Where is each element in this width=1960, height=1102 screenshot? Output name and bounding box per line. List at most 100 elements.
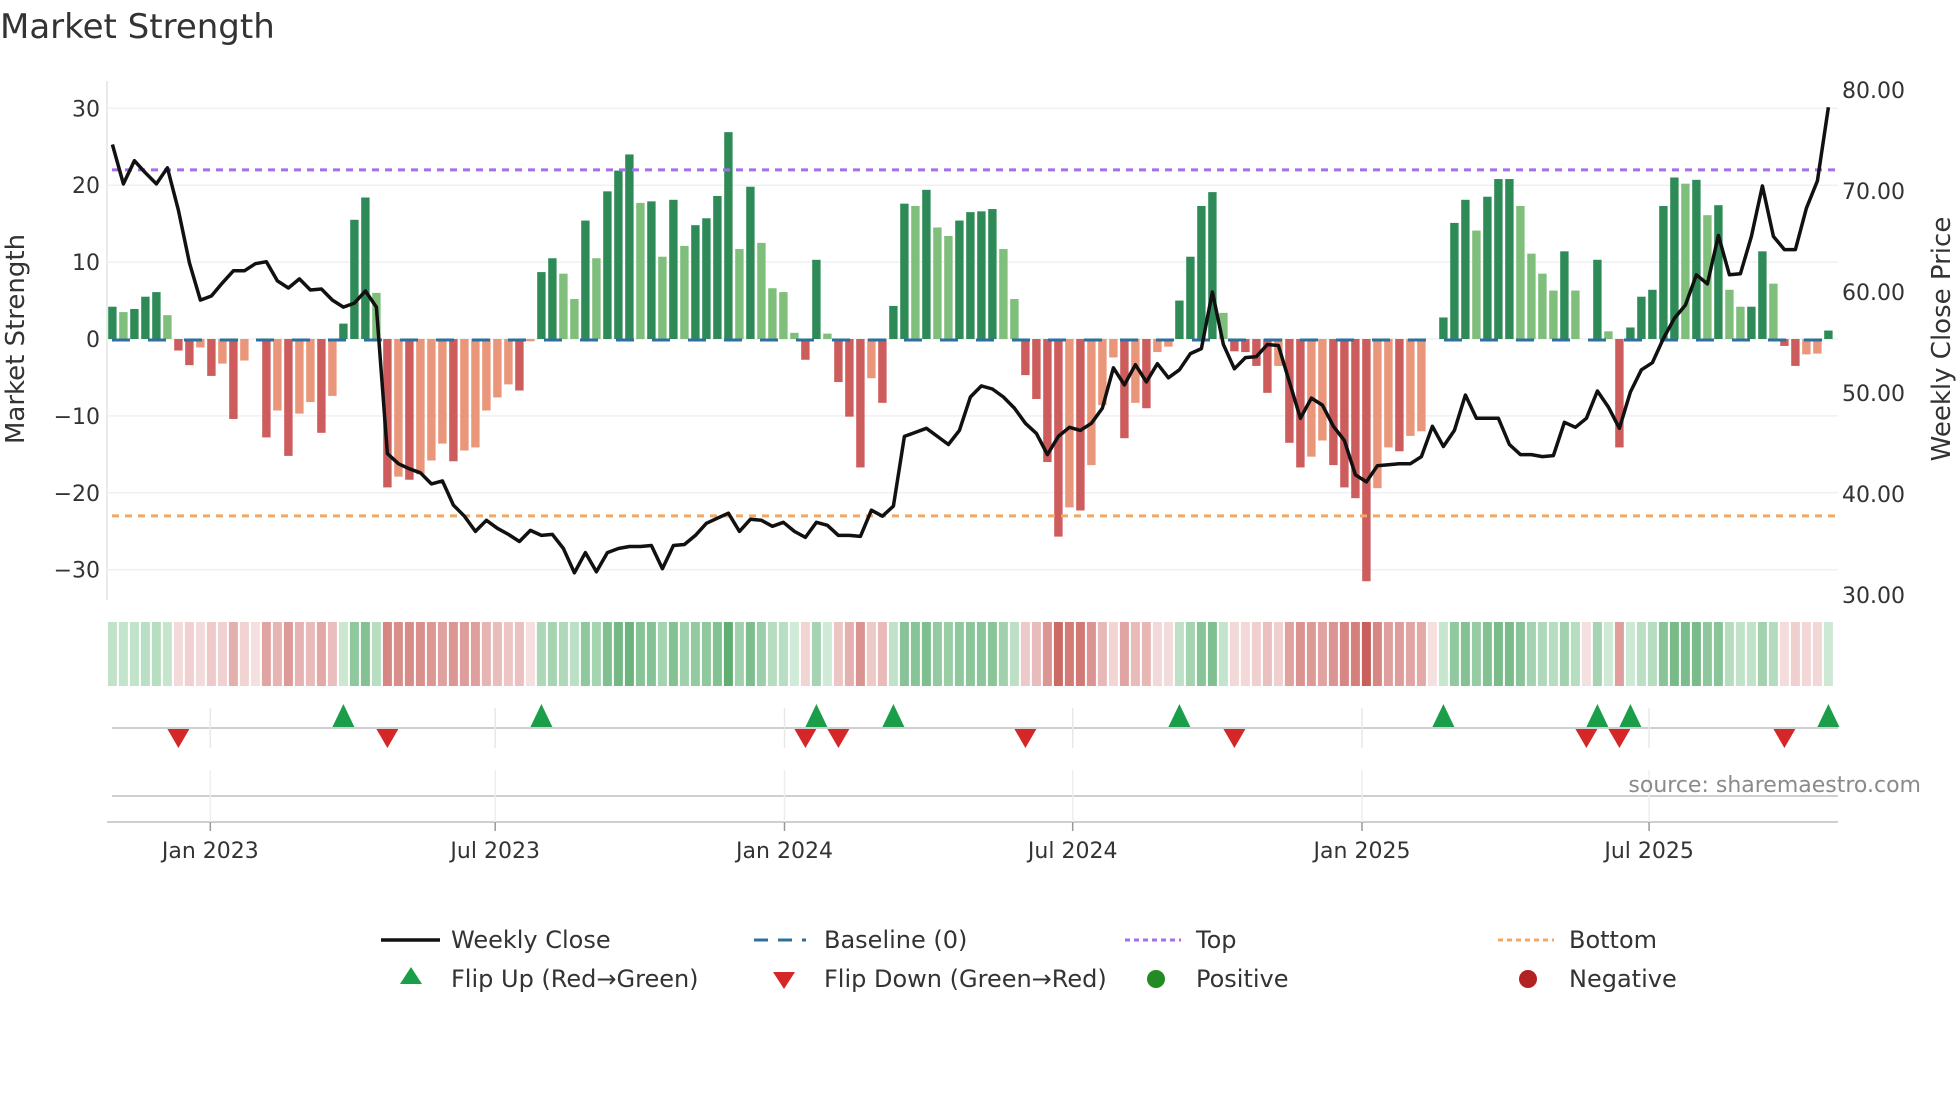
heat-cell <box>635 622 645 686</box>
flip-down-marker <box>827 729 850 748</box>
positive-bar <box>537 272 546 339</box>
negative-bar <box>1417 339 1426 432</box>
heat-cell <box>1108 622 1118 686</box>
heat-cell <box>426 622 436 686</box>
negative-bar <box>878 339 887 403</box>
negative-bar <box>1043 339 1052 463</box>
positive-bar <box>757 242 766 339</box>
positive-bar <box>1505 179 1514 339</box>
heat-cell <box>723 622 733 686</box>
heat-cell <box>1086 622 1096 686</box>
flip-signals <box>107 704 1840 823</box>
right-tick-label: 40.00 <box>1842 483 1905 508</box>
legend-negative: Negative <box>1569 965 1677 993</box>
positive-bar <box>1527 253 1536 339</box>
heat-cell <box>767 622 777 686</box>
heat-cell <box>1691 622 1701 686</box>
heat-cell <box>448 622 458 686</box>
flip-down-marker <box>376 729 399 748</box>
heat-cell <box>107 622 117 686</box>
heat-cell <box>305 622 315 686</box>
flip-up-triangle-icon <box>400 967 422 984</box>
positive-bar <box>1175 300 1184 339</box>
negative-bar <box>1340 339 1349 488</box>
positive-bar <box>1637 296 1646 339</box>
heat-cell <box>1427 622 1437 686</box>
left-tick-label: 10 <box>72 251 100 276</box>
positive-bar <box>746 186 755 339</box>
heat-cell <box>1394 622 1404 686</box>
x-tick-label: Jul 2025 <box>1602 839 1694 864</box>
positive-bar <box>790 332 799 339</box>
negative-bar <box>449 339 458 462</box>
positive-bar <box>141 296 150 339</box>
heat-cell <box>1812 622 1822 686</box>
left-tick-label: −10 <box>54 405 100 430</box>
positive-bar <box>1824 330 1833 339</box>
positive-bar <box>614 170 623 339</box>
heat-cell <box>118 622 128 686</box>
flip-up-marker <box>882 704 905 727</box>
heat-cell <box>1229 622 1239 686</box>
positive-bar <box>999 249 1008 339</box>
positive-bar <box>130 309 139 339</box>
negative-bar <box>1615 339 1624 448</box>
positive-bar <box>1747 306 1756 339</box>
heat-cell <box>646 622 656 686</box>
positive-bar <box>1758 251 1767 339</box>
heat-cell <box>162 622 172 686</box>
heat-cell <box>1130 622 1140 686</box>
positive-bar <box>966 212 975 339</box>
positive-bar <box>812 259 821 339</box>
heat-cell <box>899 622 909 686</box>
heat-cell <box>998 622 1008 686</box>
heat-cell <box>1658 622 1668 686</box>
heat-cell <box>514 622 524 686</box>
heat-cell <box>250 622 260 686</box>
strength-heat-strip <box>107 622 1833 686</box>
heat-cell <box>1757 622 1767 686</box>
positive-bar <box>1626 327 1635 339</box>
heat-cell <box>943 622 953 686</box>
heat-cell <box>1372 622 1382 686</box>
negative-bar <box>515 339 524 391</box>
legend-baseline: Baseline (0) <box>824 926 967 954</box>
flip-up-marker <box>805 704 828 727</box>
positive-bar <box>1648 289 1657 339</box>
heat-cell <box>976 622 986 686</box>
flip-up-marker <box>1586 704 1609 727</box>
negative-dot-icon <box>1519 970 1537 988</box>
flip-up-marker <box>1168 704 1191 727</box>
positive-bar <box>1681 183 1690 339</box>
heat-cell <box>1504 622 1514 686</box>
heat-cell <box>371 622 381 686</box>
positive-bar <box>922 189 931 339</box>
heat-cell <box>1295 622 1305 686</box>
positive-bar <box>889 305 898 339</box>
right-tick-label: 80.00 <box>1842 79 1905 104</box>
heat-cell <box>481 622 491 686</box>
legend-bottom: Bottom <box>1569 926 1657 954</box>
positive-bar <box>1692 179 1701 339</box>
heat-cell <box>756 622 766 686</box>
negative-bar <box>493 339 502 398</box>
positive-bar <box>350 219 359 339</box>
heat-cell <box>1482 622 1492 686</box>
negative-bar <box>1791 339 1800 366</box>
heat-cell <box>470 622 480 686</box>
heat-cell <box>1064 622 1074 686</box>
heat-cell <box>1548 622 1558 686</box>
heat-cell <box>1471 622 1481 686</box>
heat-cell <box>1361 622 1371 686</box>
positive-bar <box>339 323 348 339</box>
positive-bar <box>1439 317 1448 339</box>
positive-bar <box>724 132 733 339</box>
positive-bar <box>1197 205 1206 339</box>
negative-bar <box>1032 339 1041 399</box>
positive-bar <box>361 197 370 339</box>
heat-cell <box>1449 622 1459 686</box>
heat-cell <box>1416 622 1426 686</box>
negative-bar <box>1329 339 1338 466</box>
heat-cell <box>1251 622 1261 686</box>
positive-bar <box>1450 222 1459 339</box>
